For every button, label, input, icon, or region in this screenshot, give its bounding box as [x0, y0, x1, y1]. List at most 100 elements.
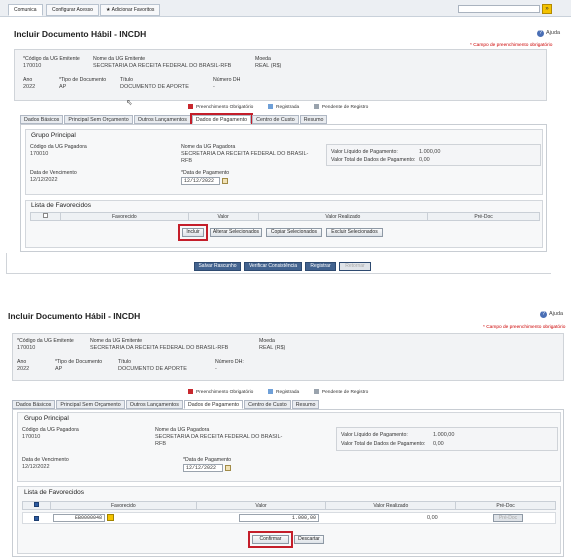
net-value-2: 1.000,00	[433, 432, 455, 438]
grupo-principal: Grupo Principal Código da UG Pagadora 17…	[25, 129, 543, 195]
tab-resumo[interactable]: Resumo	[299, 115, 328, 124]
legend-2: Preenchimento Obrigatório Registrada Pen…	[188, 389, 368, 395]
help-link-2[interactable]: ? Ajuda	[540, 311, 563, 318]
col-valor-2: Valor	[195, 501, 327, 510]
payer-name-value-2: SECRETARIA DA RECEITA FEDERAL DO BRASIL-	[155, 434, 283, 440]
totals-box-2: Valor Líquido de Pagamento: 1.000,00 Val…	[336, 427, 558, 451]
return-button[interactable]: Retornar	[339, 262, 371, 271]
dh-label-2: Número DH:	[215, 359, 244, 365]
tab-principal-sem-orcamento[interactable]: Principal Sem Orçamento	[64, 115, 133, 124]
col-pre-doc-2: Pré-Doc	[455, 501, 556, 510]
nav-tab-adicionar-favoritos[interactable]: ★ Adicionar Favoritos	[100, 4, 161, 16]
nav-tab-comunica[interactable]: Comunica	[8, 4, 43, 16]
tab-dados-de-pagamento[interactable]: Dados de Pagamento	[189, 113, 254, 126]
col-valor: Valor	[187, 212, 259, 221]
help-link[interactable]: ? Ajuda	[537, 30, 560, 37]
tab-resumo-2[interactable]: Resumo	[291, 400, 320, 409]
discard-button[interactable]: Descartar	[294, 535, 324, 544]
currency-label: Moeda	[255, 56, 271, 62]
nav-tab-configurar-acesso[interactable]: Configurar Acesso	[46, 4, 99, 16]
select-all-checkbox[interactable]	[42, 213, 48, 218]
ug-name-label-2: Nome da UG Emitente	[90, 338, 143, 344]
doctitle-value: DOCUMENTO DE APORTE	[120, 84, 189, 90]
legend: Preenchimento Obrigatório Registrada Pen…	[188, 104, 368, 110]
tab-centro-de-custo-2[interactable]: Centro de Custo	[244, 400, 291, 409]
year-label: Ano	[23, 77, 33, 83]
dh-value-2: -	[215, 366, 217, 372]
document-header-2: *Código da UG Emitente 170010 Nome da UG…	[12, 333, 564, 381]
copy-selected-button[interactable]: Copiar Selecionados	[266, 228, 322, 237]
help-icon: ?	[537, 30, 544, 37]
register-button[interactable]: Registrar	[305, 262, 336, 271]
top-search-button[interactable]: »	[542, 4, 552, 14]
grupo-principal-2: Grupo Principal Código da UG Pagadora 17…	[17, 412, 561, 482]
net-label: Valor Líquido de Pagamento:	[331, 149, 398, 155]
doctitle-label: Título	[120, 77, 133, 83]
tab-bar-2: Dados Básicos Principal Sem Orçamento Ou…	[12, 400, 320, 409]
ug-code-value: 170010	[23, 63, 42, 69]
doctype-label: *Tipo de Documento	[59, 77, 107, 83]
ug-name-value-2: SECRETARIA DA RECEITA FEDERAL DO BRASIL-…	[90, 345, 229, 351]
favorecidos-table: Favorecido Valor Valor Realizado Pré-Doc	[30, 212, 540, 221]
payer-code-value: 170010	[30, 151, 49, 157]
include-button[interactable]: Incluir	[182, 228, 204, 237]
payment-date-label-2: *Data de Pagamento	[183, 457, 232, 463]
legend-pending: Pendente de Registro	[321, 104, 369, 110]
check-consistency-button[interactable]: Verificar Consistência	[244, 262, 302, 271]
ug-name-value: SECRETARIA DA RECEITA FEDERAL DO BRASIL-…	[93, 63, 232, 69]
due-date-label: Data de Vencimento	[30, 170, 77, 176]
col-pre-doc: Pré-Doc	[427, 212, 540, 221]
favorecido-input[interactable]: EB0000048	[53, 514, 105, 522]
pending-icon	[313, 104, 319, 109]
mouse-cursor-icon: ⇖	[126, 98, 133, 107]
top-navigation-bar: Comunica Configurar Acesso ★ Adicionar F…	[0, 0, 571, 17]
tab-principal-sem-orcamento-2[interactable]: Principal Sem Orçamento	[56, 400, 125, 409]
doctype-value: AP	[59, 84, 67, 90]
net-label-2: Valor Líquido de Pagamento:	[341, 432, 408, 438]
confirm-button[interactable]: Confirmar	[252, 535, 289, 544]
legend-pending-2: Pendente de Registro	[321, 389, 369, 395]
delete-selected-button[interactable]: Excluir Selecionados	[326, 228, 383, 237]
payment-date-input[interactable]: 12/12/2022	[181, 177, 220, 185]
page-title: Incluir Documento Hábil - INCDH	[14, 29, 147, 39]
calendar-icon[interactable]	[225, 465, 231, 471]
select-all-checkbox-2[interactable]	[33, 502, 39, 507]
tab-centro-de-custo[interactable]: Centro de Custo	[252, 115, 299, 124]
calendar-icon[interactable]	[222, 178, 228, 184]
tab-outros-lancamentos[interactable]: Outros Lançamentos	[133, 115, 191, 124]
payer-code-label-2: Código da UG Pagadora	[22, 427, 79, 433]
total-value-2: 0,00	[433, 441, 444, 447]
payment-panel-2: Grupo Principal Código da UG Pagadora 17…	[12, 409, 564, 557]
tab-dados-basicos[interactable]: Dados Básicos	[20, 115, 64, 124]
currency-value: REAL (R$)	[255, 63, 282, 69]
top-search-input[interactable]	[458, 5, 540, 13]
valor-input[interactable]: 1.000,00	[239, 514, 319, 522]
total-label-2: Valor Total de Dados de Pagamento:	[341, 441, 426, 447]
doctype-value-2: AP	[55, 366, 63, 372]
group-title: Grupo Principal	[31, 132, 76, 139]
legend-required-2: Preenchimento Obrigatório	[196, 389, 254, 395]
select-all-header-2[interactable]	[22, 501, 51, 510]
favorecidos-table-2: Favorecido Valor Valor Realizado Pré-Doc	[22, 501, 556, 510]
alter-selected-button[interactable]: Alterar Selecionados	[210, 228, 262, 237]
payer-code-value-2: 170010	[22, 434, 41, 440]
tab-dados-de-pagamento-2[interactable]: Dados de Pagamento	[183, 400, 244, 409]
row-checkbox[interactable]	[34, 516, 39, 521]
doctype-label-2: *Tipo de Documento	[55, 359, 103, 365]
col-valor-realizado-2: Valor Realizado	[325, 501, 457, 510]
search-lookup-icon[interactable]	[107, 514, 114, 521]
payment-date-input-2[interactable]: 12/12/2022	[183, 464, 223, 472]
registered-icon	[268, 104, 274, 109]
select-all-header[interactable]	[30, 212, 61, 221]
payer-code-label: Código da UG Pagadora	[30, 144, 87, 150]
tab-dados-basicos-2[interactable]: Dados Básicos	[12, 400, 56, 409]
valor-realizado-value: 0,00	[427, 515, 438, 521]
ug-name-label: Nome da UG Emitente	[93, 56, 146, 62]
ug-code-label: *Código da UG Emitente	[23, 56, 80, 62]
help-icon: ?	[540, 311, 547, 318]
tab-bar: Dados Básicos Principal Sem Orçamento Ou…	[20, 113, 328, 126]
save-draft-button[interactable]: Salvar Rascunho	[194, 262, 241, 271]
due-date-label-2: Data de Vencimento	[22, 457, 69, 463]
pre-doc-button[interactable]: Pré-Doc	[493, 514, 523, 522]
tab-outros-lancamentos-2[interactable]: Outros Lançamentos	[125, 400, 183, 409]
